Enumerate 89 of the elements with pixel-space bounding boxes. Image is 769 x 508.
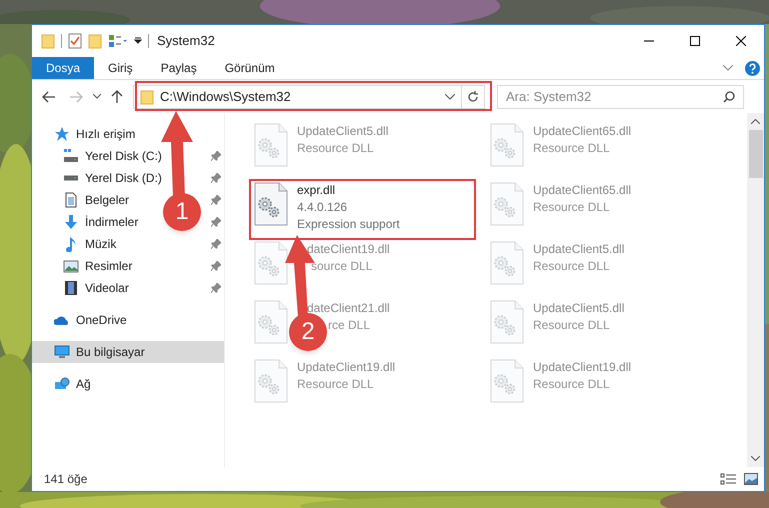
dll-file-icon [490,241,524,285]
folder-icon [140,88,154,104]
sidebar-item[interactable]: Videolar [63,279,129,297]
pin-icon[interactable] [211,283,221,293]
dll-file-icon [490,182,524,226]
chevron-icon[interactable] [445,94,455,100]
dll-file-icon [490,123,524,167]
scrollbar[interactable] [747,113,764,467]
details-view-icon[interactable] [720,473,737,485]
pin-icon[interactable] [211,173,221,183]
refresh-icon[interactable] [467,90,479,102]
minimize-icon [644,40,654,42]
properties-icon[interactable] [108,34,128,48]
dll-file-icon [254,300,288,344]
item-count: 141 öğe [44,471,88,488]
sidebar-item[interactable]: Ağ [54,375,91,393]
file-name: UpdateClient5.dll [533,300,624,317]
sidebar-item[interactable]: Yerel Disk (C:) [63,147,162,165]
window-title: System32 [157,32,215,50]
dll-file-icon [254,182,288,226]
sidebar-item[interactable]: Bu bilgisayar [54,343,145,361]
scroll-down-icon[interactable] [751,456,760,461]
film-icon [63,280,79,296]
file-name: UpdateClient19.dll [297,359,396,376]
file-name: expr.dll [297,182,336,199]
dll-file-icon [490,300,524,344]
image-icon [63,258,79,274]
file-name: UpdateClient5.dll [533,241,624,258]
file-detail: Resource DLL [297,140,374,157]
caret-icon[interactable] [93,94,101,99]
dll-file-icon [490,359,524,403]
file-detail: 4.4.0.126 [297,199,348,216]
file-detail: Resource DLL [533,199,610,216]
pin-icon[interactable] [211,239,221,249]
help-icon[interactable] [745,60,760,76]
pin-icon[interactable] [211,217,221,227]
dll-file-icon [254,241,288,285]
sidebar-item[interactable]: Resimler [63,257,132,275]
scroll-up-icon[interactable] [751,119,760,124]
download-arrow-icon [63,214,79,230]
file-name: UpdateClient19.dll [533,359,632,376]
drive-icon [63,175,79,181]
pin-icon[interactable] [211,261,221,271]
drive-icon [63,148,79,164]
sidebar-item[interactable]: OneDrive [54,311,127,329]
sidebar-item[interactable]: Hızlı erişim [54,125,136,143]
sidebar-item[interactable]: Belgeler [63,191,130,209]
sidebar-item[interactable]: Müzik [63,235,116,253]
pin-icon[interactable] [211,151,221,161]
file-detail: Resource DLL [533,140,610,157]
maximize-icon [690,36,700,46]
address-bar[interactable]: C:\Windows\System32 [133,84,485,108]
scroll-thumb[interactable] [748,130,762,178]
sidebar-item[interactable]: İndirmeler [63,213,138,231]
back-arrow-icon[interactable] [42,90,56,102]
file-detail: source DLL [311,258,372,275]
file-detail: Expression support [297,216,400,233]
monitor-icon [54,344,70,360]
chevron-icon[interactable] [723,65,733,71]
ribbon-tab[interactable]: Giriş [94,57,147,79]
file-name: UpdateClient5.dll [297,123,388,140]
up-arrow-icon[interactable] [111,90,123,104]
checklist-icon[interactable] [68,33,82,49]
file-detail: Resource DLL [297,376,374,393]
pin-icon[interactable] [211,195,221,205]
file-detail: Resource DLL [533,258,610,275]
file-detail: Resource DLL [533,376,610,393]
file-detail: rce DLL [328,317,370,334]
file-name: UpdateClient65.dll [533,182,632,199]
dll-file-icon [254,359,288,403]
search-field[interactable]: Ara: System32 [497,84,744,108]
ribbon-tab[interactable]: Görünüm [210,57,289,79]
address-path: C:\Windows\System32 [160,88,291,106]
search-icon[interactable] [723,90,735,102]
document-icon [63,192,79,208]
ribbon-tab[interactable]: Paylaş [146,57,211,79]
close-icon [736,36,746,46]
star-icon [54,126,70,142]
caret-icon[interactable] [134,37,142,45]
file-menu-tab[interactable]: Dosya [32,57,94,79]
sidebar-item[interactable]: Yerel Disk (D:) [63,169,162,187]
file-detail: Resource DLL [533,317,610,334]
network-icon [54,376,70,392]
thumbnail-view-icon[interactable] [744,473,758,485]
file-name: UpdateClient65.dll [533,123,632,140]
file-name: dateClient19.dll [307,241,390,258]
dll-file-icon [254,123,288,167]
folder-icon [41,33,55,49]
new-folder-icon [88,33,102,49]
